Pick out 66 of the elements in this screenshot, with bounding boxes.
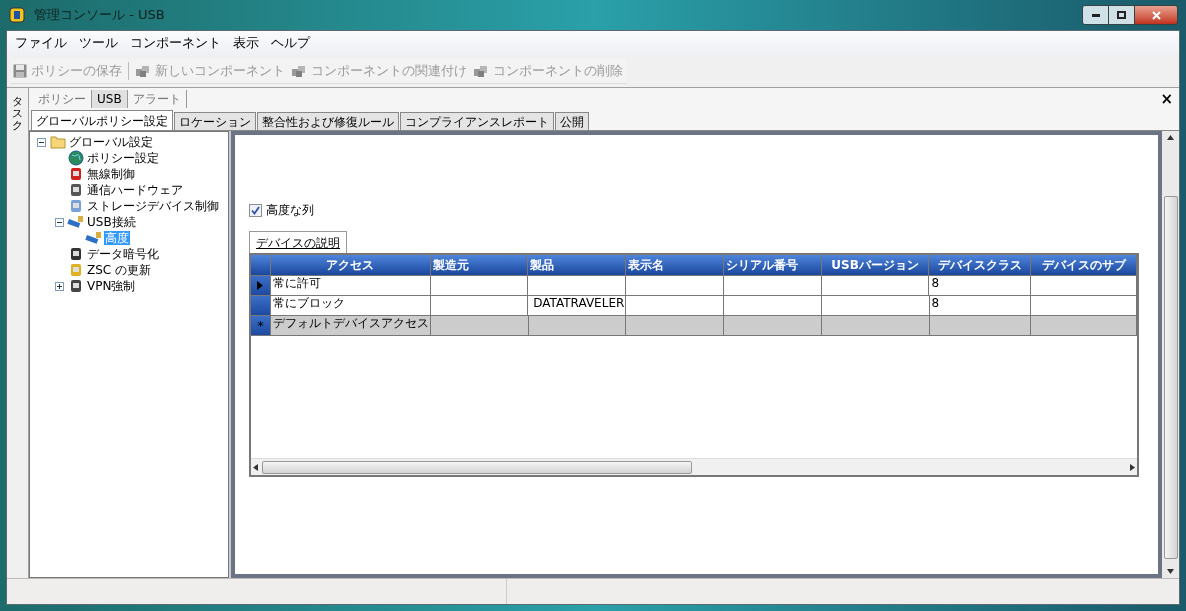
- tree-item[interactable]: 無線制御: [86, 167, 136, 181]
- tree-item[interactable]: ストレージデバイス制御: [86, 199, 220, 213]
- maximize-icon: [1117, 11, 1126, 19]
- tree-item[interactable]: 通信ハードウェア: [86, 183, 184, 197]
- menu-item[interactable]: ヘルプ: [265, 33, 316, 53]
- scroll-right-icon[interactable]: [1130, 463, 1135, 471]
- menu-item[interactable]: 表示: [227, 33, 265, 53]
- new-row-marker: *: [257, 319, 264, 332]
- tree-item[interactable]: ZSC の更新: [86, 263, 153, 277]
- tree-item[interactable]: データ暗号化: [86, 247, 160, 261]
- current-row-icon: [257, 281, 264, 290]
- tab[interactable]: 公開: [555, 112, 589, 130]
- tree-item[interactable]: VPN強制: [86, 279, 137, 293]
- menu-item[interactable]: ファイル: [9, 33, 73, 53]
- app-logo-icon: [8, 6, 26, 24]
- scroll-up-icon[interactable]: [1167, 135, 1174, 140]
- table-cell: 8: [931, 296, 940, 310]
- tab[interactable]: コンプライアンスレポート: [400, 112, 554, 130]
- vertical-scrollbar[interactable]: [1162, 131, 1179, 578]
- device-icon: [68, 262, 84, 278]
- row-header[interactable]: [251, 276, 271, 295]
- device-icon: [68, 166, 84, 182]
- expand-toggle[interactable]: [54, 281, 64, 291]
- device-icon: [68, 182, 84, 198]
- usb-stick-icon: [85, 231, 103, 245]
- tab[interactable]: 整合性および修復ルール: [257, 112, 399, 130]
- usb-stick-icon: [67, 215, 85, 229]
- table-cell: 常にブロック: [272, 296, 345, 310]
- cubes-plus-icon: [135, 63, 151, 78]
- tab[interactable]: ロケーション: [174, 112, 256, 130]
- device-icon: [68, 278, 84, 294]
- table-cell: デフォルトデバイスアクセス: [272, 316, 429, 330]
- side-tab[interactable]: タスク: [12, 96, 23, 133]
- checkbox[interactable]: [249, 203, 262, 217]
- checkbox-label: 高度な列: [266, 202, 314, 219]
- collapse-toggle[interactable]: [36, 137, 46, 147]
- grid-tab[interactable]: デバイスの説明: [249, 231, 347, 253]
- cubes-icon: [473, 63, 489, 78]
- tab[interactable]: グローバルポリシー設定: [31, 110, 173, 130]
- cubes-icon: [291, 63, 307, 78]
- table-cell: 8: [931, 276, 940, 290]
- scroll-left-icon[interactable]: [253, 463, 258, 471]
- folder-icon: [50, 135, 66, 149]
- close-button[interactable]: ×: [1160, 91, 1173, 107]
- tree-item[interactable]: USB接続: [86, 215, 137, 229]
- scroll-down-icon[interactable]: [1167, 569, 1174, 574]
- policy-tab[interactable]: USB: [92, 90, 128, 108]
- plus-icon: [55, 282, 63, 290]
- menu-item[interactable]: コンポーネント: [124, 33, 227, 53]
- collapse-toggle[interactable]: [54, 217, 64, 227]
- table-cell: 常に許可: [272, 276, 321, 290]
- policy-tab[interactable]: アラート: [127, 90, 187, 108]
- horizontal-scrollbar[interactable]: [251, 458, 1137, 475]
- device-icon: [68, 246, 84, 262]
- close-icon: [1151, 10, 1161, 20]
- tree-item[interactable]: ポリシー設定: [86, 151, 160, 165]
- device-icon: [68, 198, 84, 214]
- window-title: 管理コンソール - USB: [34, 6, 165, 25]
- menu-item[interactable]: ツール: [73, 33, 124, 53]
- tree-item[interactable]: グローバル設定: [68, 135, 154, 149]
- table-cell-text: DATATRAVELER: [532, 296, 625, 310]
- globe-icon: [68, 150, 84, 166]
- maximize-button[interactable]: [1109, 6, 1135, 24]
- close-button[interactable]: [1135, 6, 1177, 24]
- minimize-icon: [1091, 13, 1100, 17]
- minimize-button[interactable]: [1083, 6, 1109, 24]
